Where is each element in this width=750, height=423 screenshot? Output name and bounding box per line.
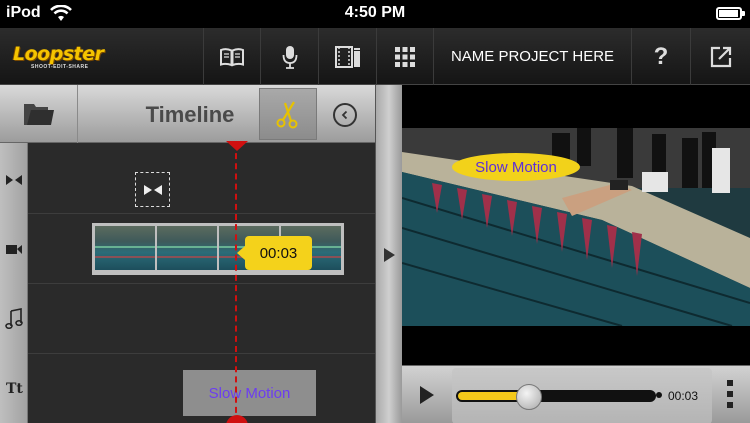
help-button[interactable]: ? — [631, 28, 690, 85]
duration-label: 00:03 — [668, 389, 699, 403]
bowtie-transition-icon — [143, 184, 162, 195]
clock: 4:50 PM — [344, 4, 406, 21]
share-button[interactable] — [690, 28, 750, 85]
playback-controls: 00:03 — [402, 365, 750, 423]
microphone-icon — [282, 45, 297, 69]
playhead-handle-top[interactable] — [226, 141, 248, 151]
grid-icon — [395, 46, 415, 67]
layout-grid-button[interactable] — [376, 28, 433, 85]
video-track-icon — [0, 243, 28, 255]
projects-folder-button[interactable] — [0, 85, 78, 143]
collapse-timeline-button[interactable] — [333, 103, 357, 127]
status-bar: iPod 4:50 PM — [0, 0, 750, 28]
video-caption-overlay[interactable]: Slow Motion — [452, 153, 580, 181]
book-icon — [220, 47, 244, 66]
timeline-header: Timeline — [0, 85, 375, 143]
chevron-left-icon — [341, 110, 348, 120]
text-track-icon: Tt — [0, 380, 28, 396]
track-separator — [28, 213, 375, 214]
scrubber-track[interactable] — [456, 390, 656, 402]
film-icon — [334, 45, 360, 68]
split-clip-button[interactable] — [259, 88, 317, 140]
project-name-button[interactable]: NAME PROJECT HERE — [433, 28, 631, 85]
transition-item[interactable] — [135, 172, 170, 207]
library-button[interactable] — [203, 28, 260, 85]
help-icon: ? — [653, 42, 669, 70]
record-audio-button[interactable] — [260, 28, 318, 85]
playhead-handle-bottom[interactable] — [226, 415, 248, 423]
playhead-time-bubble: 00:03 — [237, 236, 312, 270]
folder-icon — [23, 104, 54, 125]
loopster-logo: Loopster SHOOT-EDIT-SHARE — [13, 43, 104, 70]
track-separator — [28, 283, 375, 284]
timeline-title: Timeline — [145, 102, 235, 127]
audio-track-icon — [0, 308, 28, 330]
scrubber-knob[interactable] — [516, 384, 542, 410]
timeline-tracks[interactable]: Tt Slow Motion 00:03 — [0, 141, 375, 423]
scrubber-end-dot — [656, 392, 662, 398]
scissors-icon — [276, 101, 298, 129]
track-separator — [28, 353, 375, 354]
clip-thumbnail — [157, 226, 217, 270]
battery-icon — [716, 7, 745, 20]
clip-thumbnail — [95, 226, 155, 270]
play-button[interactable] — [420, 386, 434, 404]
swimming-pool-scene — [402, 128, 750, 326]
media-button[interactable] — [318, 28, 376, 85]
more-options-button[interactable] — [720, 376, 740, 416]
transition-track-icon — [0, 174, 28, 186]
share-icon — [710, 46, 731, 67]
panel-divider[interactable] — [375, 85, 402, 423]
app-window: iPod 4:50 PM Loopster SHOOT-EDIT-SHARE N… — [0, 0, 750, 423]
text-clip[interactable]: Slow Motion — [183, 370, 316, 416]
track-icons-column: Tt — [0, 143, 28, 423]
svg-text:Tt: Tt — [6, 381, 23, 396]
playhead-line[interactable] — [235, 143, 238, 423]
expand-arrow-icon[interactable] — [384, 248, 395, 262]
video-preview[interactable]: Slow Motion — [402, 128, 750, 326]
top-toolbar: Loopster SHOOT-EDIT-SHARE NAME PROJECT H… — [0, 28, 750, 85]
